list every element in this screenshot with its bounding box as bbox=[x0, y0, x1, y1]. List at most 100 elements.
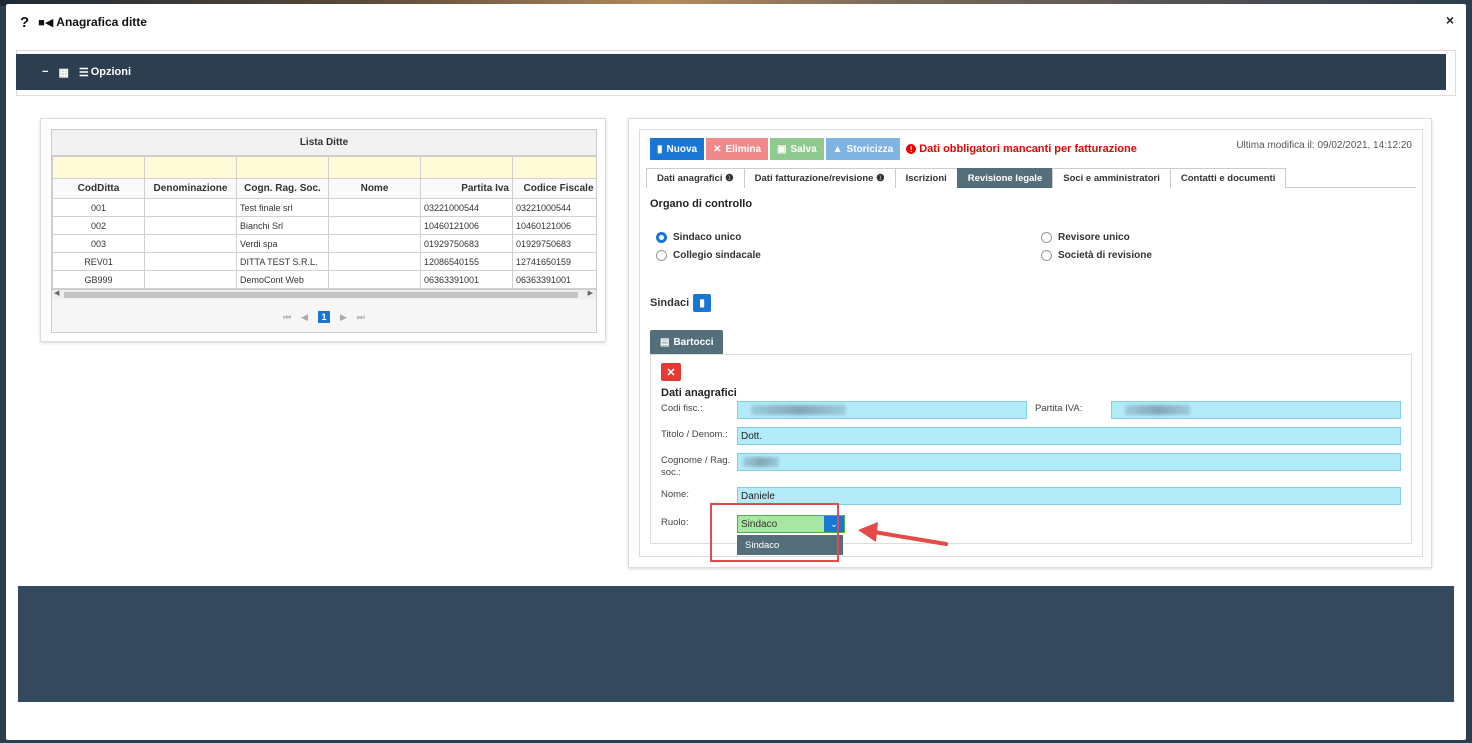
titolo-label: Titolo / Denom.: bbox=[661, 429, 728, 440]
current-page[interactable]: 1 bbox=[318, 311, 330, 323]
radio-on-icon bbox=[656, 232, 667, 243]
detail-panel: ▮ Nuova ✕ Elimina ▣ Salva ▲ Storicizza ! bbox=[628, 118, 1432, 568]
options-icon[interactable]: ☰ bbox=[79, 66, 89, 79]
options-bar: − ▦ ☰ Opzioni bbox=[16, 54, 1446, 90]
minus-icon[interactable]: − bbox=[42, 66, 48, 78]
table-row[interactable]: 002 Bianchi Srl 10460121006 10460121006 bbox=[52, 216, 596, 235]
col-header[interactable]: Denominazione bbox=[144, 178, 237, 199]
col-header[interactable]: Partita Iva bbox=[420, 178, 513, 199]
chevron-down-icon[interactable]: ⌄ bbox=[824, 516, 844, 532]
storicizza-label: Storicizza bbox=[846, 143, 894, 155]
radio-collegio[interactable]: Collegio sindacale bbox=[656, 250, 761, 261]
cell: Bianchi Srl bbox=[236, 216, 329, 235]
horizontal-scrollbar[interactable]: ◀ ▶ bbox=[52, 289, 596, 299]
modal-window: ? ■◀ Anagrafica ditte × − ▦ ☰ Opzioni Li… bbox=[6, 4, 1466, 740]
scroll-thumb[interactable] bbox=[64, 292, 578, 298]
lock-icon: ▲ bbox=[832, 143, 843, 155]
tab-contatti-documenti[interactable]: Contatti e documenti bbox=[1169, 168, 1287, 188]
filter-cell[interactable] bbox=[144, 156, 237, 179]
close-icon[interactable]: × bbox=[1446, 12, 1454, 28]
tab-revisione-legale[interactable]: Revisione legale bbox=[956, 168, 1054, 188]
filter-cell[interactable] bbox=[328, 156, 421, 179]
tab-soci-amministratori[interactable]: Soci e amministratori bbox=[1052, 168, 1171, 188]
cell: 10460121006 bbox=[512, 216, 596, 235]
ruolo-option[interactable]: Sindaco bbox=[737, 535, 843, 555]
times-icon: ✕ bbox=[713, 143, 722, 155]
cell: 03221000544 bbox=[420, 198, 513, 217]
cell: 10460121006 bbox=[420, 216, 513, 235]
tab-dati-anagrafici[interactable]: Dati anagrafici ❶ bbox=[646, 168, 745, 188]
table-row[interactable]: REV01 DITTA TEST S.R.L. 12086540155 1274165… bbox=[52, 252, 596, 271]
cell: Verdi spa bbox=[236, 234, 329, 253]
exclamation-icon: ! bbox=[906, 144, 917, 154]
next-page-icon[interactable]: ▶ bbox=[340, 312, 347, 323]
cognome-field[interactable] bbox=[737, 453, 1401, 471]
cell bbox=[328, 216, 421, 235]
add-sindaco-icon[interactable]: ▮ bbox=[693, 294, 712, 312]
table-row[interactable]: 003 Verdi spa 01929750683 01929750683 bbox=[52, 234, 596, 253]
delete-person-button[interactable]: ✕ bbox=[661, 363, 681, 381]
scroll-left-icon[interactable]: ◀ bbox=[54, 289, 59, 297]
radio-label: Sindaco unico bbox=[673, 232, 742, 243]
col-header[interactable]: Nome bbox=[328, 178, 421, 199]
video-icon[interactable]: ■◀ bbox=[38, 16, 53, 29]
prev-page-icon[interactable]: ◀ bbox=[301, 312, 308, 323]
filter-cell[interactable] bbox=[52, 156, 145, 179]
missing-data-warning: ! Dati obbligatori mancanti per fatturaz… bbox=[906, 143, 1137, 155]
table-row[interactable]: GB999 DemoCont Web 06363391001 06363391001 bbox=[52, 270, 596, 289]
cell: 01929750683 bbox=[512, 234, 596, 253]
scroll-right-icon[interactable]: ▶ bbox=[588, 289, 593, 297]
person-box: ✕ Dati anagrafici Codi fisc.: Partita IV… bbox=[650, 354, 1412, 555]
tab-dati-fatturazione[interactable]: Dati fatturazione/revisione ❶ bbox=[743, 168, 896, 188]
filter-cell[interactable] bbox=[420, 156, 513, 179]
partita-iva-field[interactable] bbox=[1111, 401, 1401, 419]
radio-off-icon bbox=[656, 250, 667, 261]
redacted-value bbox=[751, 405, 846, 415]
col-header[interactable]: Cogn. Rag. Soc. bbox=[236, 178, 329, 199]
modal-header: ? ■◀ Anagrafica ditte × bbox=[6, 4, 1466, 40]
footer-area bbox=[18, 586, 1454, 702]
salva-button[interactable]: ▣ Salva bbox=[770, 138, 824, 160]
first-page-icon[interactable]: ⏮ bbox=[283, 312, 291, 323]
help-icon[interactable]: ? bbox=[20, 14, 29, 31]
col-header[interactable]: CodDitta bbox=[52, 178, 145, 199]
ruolo-label: Ruolo: bbox=[661, 517, 689, 528]
titolo-field[interactable]: Dott. bbox=[737, 427, 1401, 445]
cod-fisc-field[interactable] bbox=[737, 401, 1027, 419]
filter-cell[interactable] bbox=[512, 156, 596, 179]
radio-societa[interactable]: Società di revisione bbox=[1041, 250, 1152, 261]
col-header[interactable]: Codice Fiscale bbox=[512, 178, 596, 199]
elimina-button[interactable]: ✕ Elimina bbox=[706, 138, 769, 160]
nuova-button[interactable]: ▮ Nuova bbox=[650, 138, 705, 160]
person-tab[interactable]: ▤ Bartocci bbox=[650, 330, 724, 354]
ruolo-select[interactable]: Sindaco ⌄ bbox=[737, 515, 845, 533]
redacted-value bbox=[743, 457, 779, 467]
last-page-icon[interactable]: ⏭ bbox=[357, 312, 365, 323]
cell: 002 bbox=[52, 216, 145, 235]
file-icon: ▮ bbox=[657, 143, 663, 155]
building-icon[interactable]: ▦ bbox=[58, 66, 68, 79]
tab-iscrizioni[interactable]: Iscrizioni bbox=[894, 168, 958, 188]
filter-cell[interactable] bbox=[236, 156, 329, 179]
tab-bar: Dati anagrafici ❶ Dati fatturazione/revi… bbox=[646, 168, 1416, 188]
options-label[interactable]: Opzioni bbox=[91, 66, 131, 78]
radio-sindaco-unico[interactable]: Sindaco unico bbox=[656, 232, 741, 243]
table-row[interactable]: 001 Test finale srl 03221000544 03221000544 bbox=[52, 198, 596, 217]
nome-label: Nome: bbox=[661, 489, 689, 500]
cell: 003 bbox=[52, 234, 145, 253]
grid-caption: Lista Ditte bbox=[52, 130, 596, 156]
salva-label: Salva bbox=[790, 143, 817, 155]
cell: REV01 bbox=[52, 252, 145, 271]
pager: ⏮ ◀ 1 ▶ ⏭ bbox=[52, 299, 596, 327]
last-modified: Ultima modifica il: 09/02/2021, 14:12:20 bbox=[1236, 140, 1412, 151]
ditte-table: CodDitta Denominazione Cogn. Rag. Soc. N… bbox=[52, 156, 596, 289]
cell: GB999 bbox=[52, 270, 145, 289]
radio-revisore[interactable]: Revisore unico bbox=[1041, 232, 1130, 243]
detail-box: ▮ Nuova ✕ Elimina ▣ Salva ▲ Storicizza ! bbox=[639, 129, 1423, 557]
cell: 03221000544 bbox=[512, 198, 596, 217]
elimina-label: Elimina bbox=[725, 143, 762, 155]
storicizza-button[interactable]: ▲ Storicizza bbox=[825, 138, 901, 160]
cell: 01929750683 bbox=[420, 234, 513, 253]
cell bbox=[328, 252, 421, 271]
nome-field[interactable]: Daniele bbox=[737, 487, 1401, 505]
